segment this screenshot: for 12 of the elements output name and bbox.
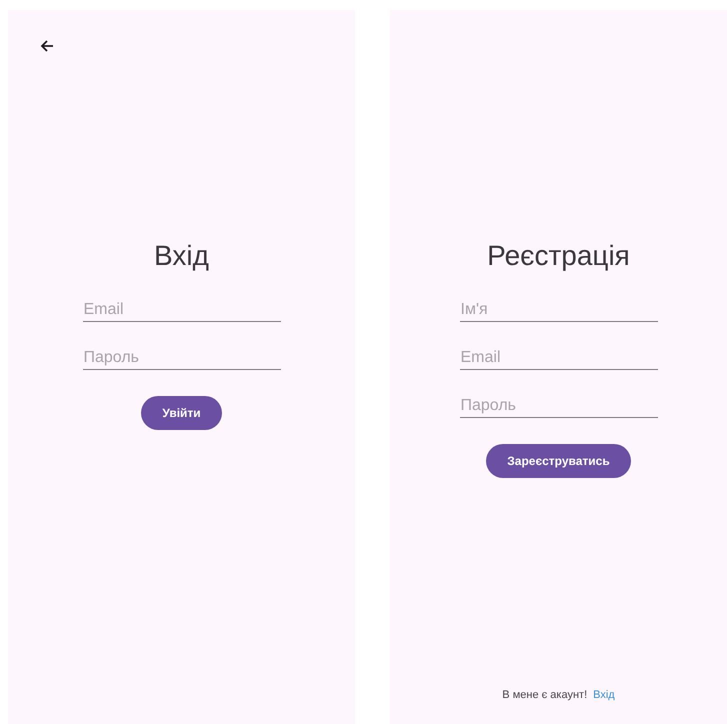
submit-button[interactable]: Зареєструватись bbox=[486, 444, 631, 478]
input-field[interactable]: Email bbox=[82, 298, 280, 322]
screen-title: Вхід bbox=[154, 239, 209, 273]
footer-text: В мене є акаунт! bbox=[502, 689, 588, 701]
input-field[interactable]: Email bbox=[460, 346, 658, 370]
submit-button[interactable]: Увійти bbox=[141, 396, 222, 430]
back-arrow-icon[interactable] bbox=[39, 38, 55, 54]
input-field[interactable]: Пароль bbox=[460, 394, 658, 418]
screen-title: Реєстрація bbox=[487, 239, 630, 273]
input-field[interactable]: Пароль bbox=[82, 346, 280, 370]
login-link[interactable]: Вхід bbox=[593, 689, 615, 701]
input-field[interactable]: Ім'я bbox=[460, 298, 658, 322]
